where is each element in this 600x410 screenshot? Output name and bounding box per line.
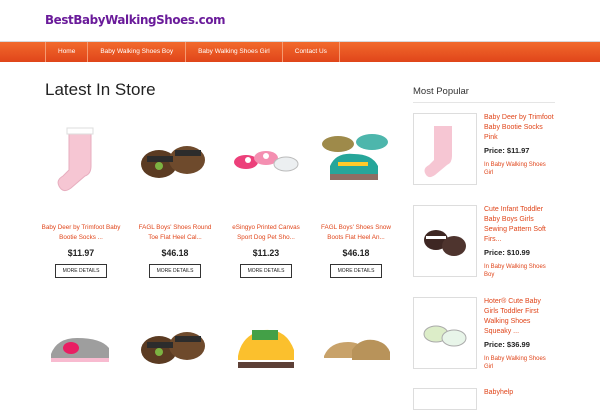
popular-item: Babyhelp	[413, 388, 556, 410]
product-card: FAGL Boys' Shoes Snow Boots Flat Heel An…	[316, 120, 396, 278]
nav-baby-walking-shoes-boy[interactable]: Baby Walking Shoes Boy	[87, 42, 185, 62]
product-name[interactable]: Baby Deer by Trimfoot Baby Bootie Socks …	[41, 223, 121, 242]
product-image[interactable]	[226, 120, 306, 200]
nav-contact-us[interactable]: Contact Us	[281, 42, 340, 62]
product-image[interactable]	[226, 312, 306, 378]
popular-item-title[interactable]: Babyhelp	[484, 388, 556, 398]
product-price: $46.18	[342, 248, 370, 258]
more-details-button[interactable]: MORE DETAILS	[240, 264, 292, 278]
main-nav: Home Baby Walking Shoes Boy Baby Walking…	[0, 41, 600, 62]
popular-item-title[interactable]: Cute Infant Toddler Baby Boys Girls Sewi…	[484, 205, 556, 245]
product-name[interactable]: FAGL Boys' Shoes Round Toe Flat Heel Cal…	[135, 223, 215, 242]
product-card: FAGL Boys' Shoes Round Toe Flat Heel Cal…	[135, 120, 215, 278]
popular-item-price: Price: $10.99	[484, 248, 530, 257]
popular-item-title[interactable]: Baby Deer by Trimfoot Baby Bootie Socks …	[484, 113, 556, 143]
popular-item-price: Price: $36.99	[484, 340, 530, 349]
sidebar-divider	[413, 102, 555, 103]
product-name[interactable]: FAGL Boys' Shoes Snow Boots Flat Heel An…	[316, 223, 396, 242]
popular-item-title[interactable]: Hoter® Cute Baby Girls Toddler First Wal…	[484, 297, 556, 337]
popular-item: Baby Deer by Trimfoot Baby Bootie Socks …	[413, 113, 555, 193]
site-logo[interactable]: BestBabyWalkingShoes.com	[45, 12, 225, 27]
more-details-button[interactable]: MORE DETAILS	[55, 264, 107, 278]
product-image[interactable]	[316, 316, 396, 378]
popular-item-image[interactable]	[413, 205, 477, 277]
popular-item-image[interactable]	[413, 297, 477, 369]
popular-item: Hoter® Cute Baby Girls Toddler First Wal…	[413, 297, 555, 377]
more-details-button[interactable]: MORE DETAILS	[330, 264, 382, 278]
nav-home[interactable]: Home	[45, 42, 87, 62]
product-image[interactable]	[135, 312, 215, 378]
product-image[interactable]	[135, 120, 215, 200]
product-price: $11.23	[252, 248, 280, 258]
product-price: $46.18	[161, 248, 189, 258]
product-card: eSingyo Printed Canvas Sport Dog Pet Sho…	[226, 120, 306, 278]
product-card: Baby Deer by Trimfoot Baby Bootie Socks …	[41, 120, 121, 278]
sidebar-title: Most Popular	[413, 86, 469, 97]
popular-item-category[interactable]: In Baby Walking Shoes Girl	[484, 355, 556, 371]
popular-item-category[interactable]: In Baby Walking Shoes Girl	[484, 161, 556, 177]
more-details-button[interactable]: MORE DETAILS	[149, 264, 201, 278]
product-name[interactable]: eSingyo Printed Canvas Sport Dog Pet Sho…	[226, 223, 306, 242]
section-title: Latest In Store	[45, 80, 156, 99]
product-image[interactable]	[41, 120, 121, 200]
nav-baby-walking-shoes-girl[interactable]: Baby Walking Shoes Girl	[185, 42, 282, 62]
popular-item-category[interactable]: In Baby Walking Shoes Boy	[484, 263, 556, 279]
popular-item-image[interactable]	[413, 388, 477, 410]
product-image[interactable]	[316, 120, 396, 200]
product-image[interactable]	[41, 318, 121, 378]
popular-item: Cute Infant Toddler Baby Boys Girls Sewi…	[413, 205, 555, 285]
product-price: $11.97	[67, 248, 95, 258]
popular-item-image[interactable]	[413, 113, 477, 185]
popular-item-price: Price: $11.97	[484, 146, 530, 155]
